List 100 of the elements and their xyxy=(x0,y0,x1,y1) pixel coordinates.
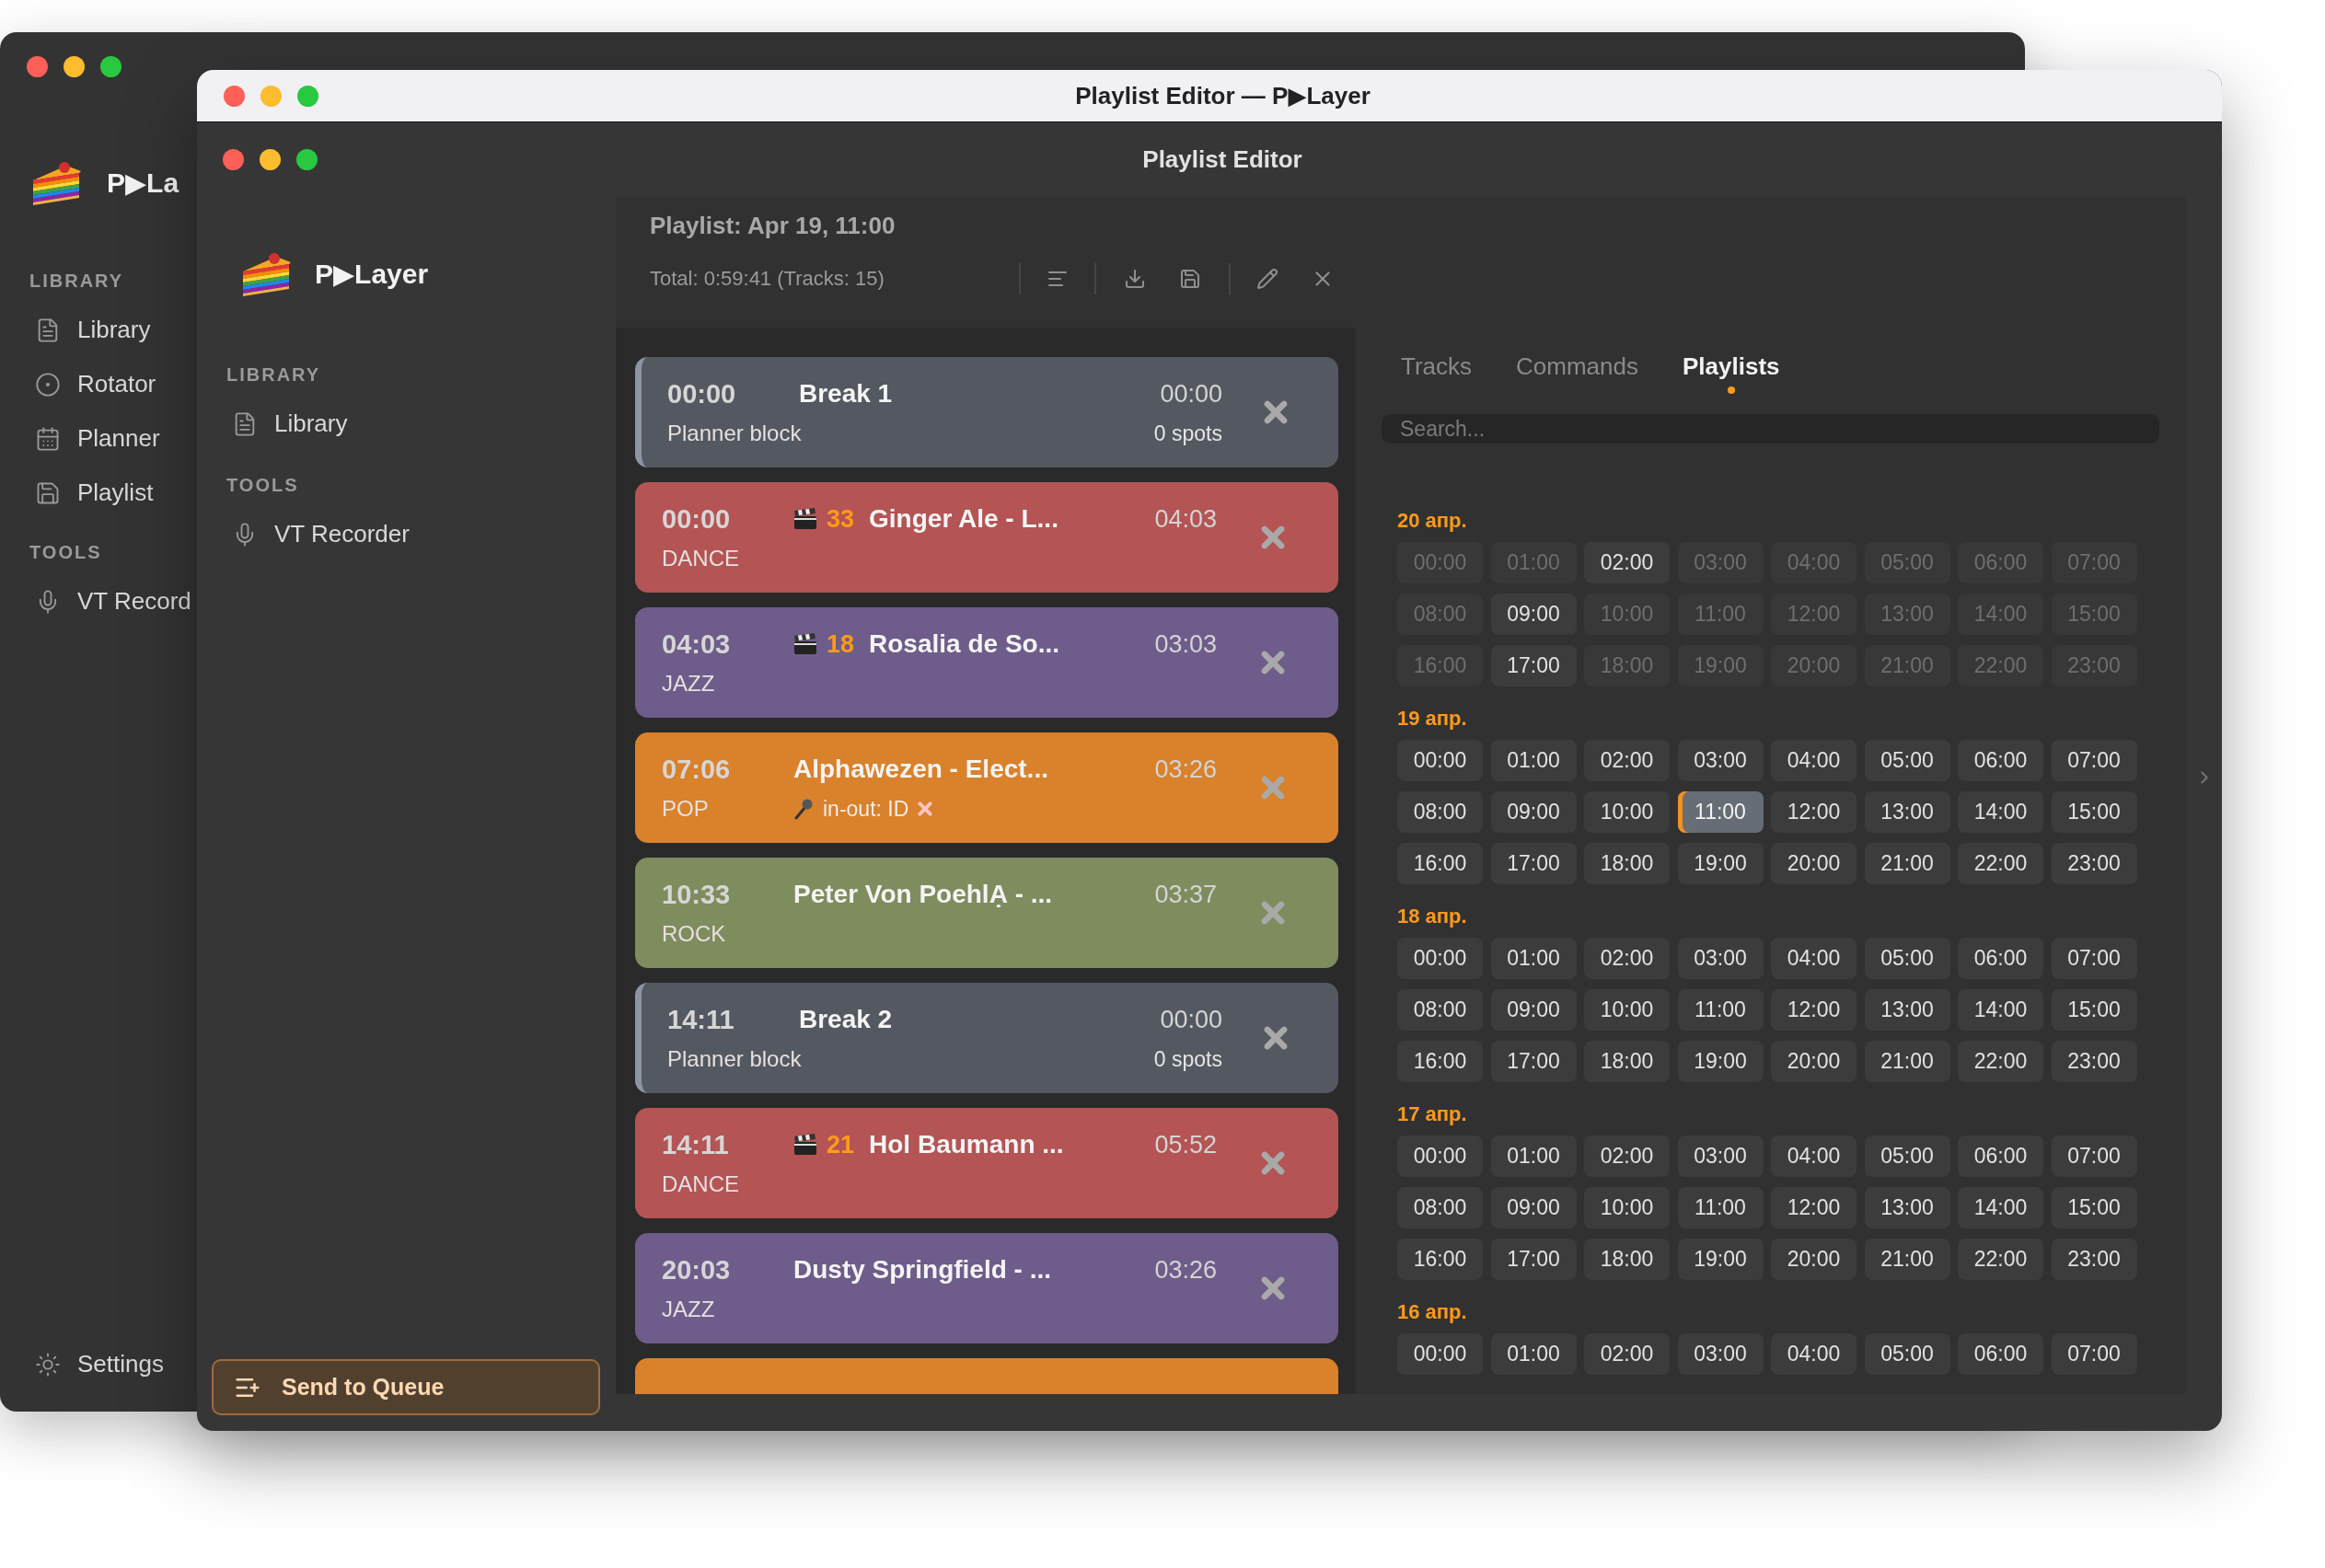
time-slot[interactable]: 10:00 xyxy=(1584,1187,1670,1228)
time-slot[interactable]: 03:00 xyxy=(1677,938,1764,979)
time-slot[interactable]: 21:00 xyxy=(1864,1239,1950,1280)
close-icon[interactable] xyxy=(1264,1026,1288,1050)
close-icon[interactable] xyxy=(1261,651,1285,674)
time-slot[interactable]: 22:00 xyxy=(1958,843,2043,884)
sidebar-item[interactable]: VT Recorder xyxy=(226,507,410,561)
time-slot[interactable]: 05:00 xyxy=(1864,938,1950,979)
time-slot[interactable]: 18:00 xyxy=(1584,1239,1670,1280)
time-slot[interactable]: 04:00 xyxy=(1771,1333,1857,1375)
sidebar-item[interactable]: Playlist xyxy=(29,466,154,520)
track-card[interactable]: 00:00 33 Ginger Ale - L... 04:03 DANCE xyxy=(635,482,1338,593)
minimize-window-button[interactable] xyxy=(64,56,85,77)
time-slot[interactable]: 12:00 xyxy=(1771,989,1857,1031)
time-slot[interactable]: 17:00 xyxy=(1490,843,1577,884)
time-slot[interactable]: 06:00 xyxy=(1958,938,2043,979)
time-slot[interactable]: 17:00 xyxy=(1490,645,1577,686)
time-slot[interactable]: 10:00 xyxy=(1584,989,1670,1031)
time-slot[interactable]: 00:00 xyxy=(1397,740,1483,781)
time-slot[interactable]: 02:00 xyxy=(1584,938,1670,979)
time-slot[interactable]: 17:00 xyxy=(1490,1239,1577,1280)
time-slot[interactable]: 02:00 xyxy=(1584,740,1670,781)
time-slot[interactable]: 09:00 xyxy=(1490,989,1577,1031)
sidebar-item[interactable]: Library xyxy=(29,303,151,357)
time-slot[interactable]: 02:00 xyxy=(1584,1333,1670,1375)
time-slot[interactable]: 06:00 xyxy=(1958,1333,2043,1375)
close-icon[interactable] xyxy=(1264,400,1288,424)
time-slot[interactable]: 14:00 xyxy=(1958,1187,2043,1228)
time-slot[interactable]: 04:00 xyxy=(1771,740,1857,781)
time-slot[interactable]: 01:00 xyxy=(1490,1136,1577,1177)
time-slot[interactable]: 14:00 xyxy=(1958,989,2043,1031)
close-icon[interactable] xyxy=(1261,525,1285,549)
time-slot[interactable]: 08:00 xyxy=(1397,1187,1483,1228)
zoom-window-button[interactable] xyxy=(100,56,121,77)
close-window-button[interactable] xyxy=(224,85,245,107)
send-to-queue-button[interactable]: Send to Queue xyxy=(212,1359,600,1415)
time-slot[interactable]: 02:00 xyxy=(1584,542,1670,583)
time-slot[interactable]: 05:00 xyxy=(1864,1136,1950,1177)
close-icon[interactable] xyxy=(1261,1276,1285,1300)
zoom-window-button[interactable] xyxy=(296,149,318,170)
time-slot[interactable]: 12:00 xyxy=(1771,791,1857,833)
time-slot[interactable]: 15:00 xyxy=(2051,1187,2137,1228)
time-slot[interactable]: 19:00 xyxy=(1677,843,1764,884)
tab[interactable]: Playlists xyxy=(1683,352,1780,396)
time-slot[interactable]: 03:00 xyxy=(1677,1333,1764,1375)
time-slot[interactable]: 09:00 xyxy=(1490,791,1577,833)
time-slot[interactable]: 11:00 xyxy=(1677,989,1764,1031)
sidebar-item[interactable]: VT Record xyxy=(29,574,191,628)
time-slot[interactable]: 11:00 xyxy=(1677,791,1764,833)
time-slot[interactable]: 19:00 xyxy=(1677,1239,1764,1280)
time-slot[interactable]: 13:00 xyxy=(1864,989,1950,1031)
minimize-window-button[interactable] xyxy=(260,149,281,170)
time-slot[interactable]: 09:00 xyxy=(1490,594,1577,635)
time-slot[interactable]: 08:00 xyxy=(1397,989,1483,1031)
settings-item[interactable]: Settings xyxy=(29,1337,164,1391)
time-slot[interactable]: 00:00 xyxy=(1397,1136,1483,1177)
search-field[interactable]: Search... xyxy=(1382,414,2159,444)
time-slot[interactable]: 14:00 xyxy=(1958,791,2043,833)
close-window-button[interactable] xyxy=(27,56,48,77)
time-slot[interactable]: 01:00 xyxy=(1490,1333,1577,1375)
tab[interactable]: Commands xyxy=(1516,352,1638,396)
time-slot[interactable]: 20:00 xyxy=(1771,1041,1857,1082)
break-card[interactable]: 00:00 Break 1 00:00 Planner block 0 spots xyxy=(635,357,1338,467)
time-slot[interactable]: 03:00 xyxy=(1677,740,1764,781)
time-slot[interactable]: 01:00 xyxy=(1490,938,1577,979)
sidebar-item[interactable]: Rotator xyxy=(29,357,156,411)
time-slot[interactable]: 13:00 xyxy=(1864,791,1950,833)
time-slot[interactable]: 11:00 xyxy=(1677,1187,1764,1228)
time-slot[interactable]: 19:00 xyxy=(1677,1041,1764,1082)
time-slot[interactable]: 23:00 xyxy=(2051,843,2137,884)
time-slot[interactable]: 00:00 xyxy=(1397,1333,1483,1375)
time-slot[interactable]: 16:00 xyxy=(1397,1041,1483,1082)
time-slot[interactable]: 10:00 xyxy=(1584,791,1670,833)
time-slot[interactable]: 04:00 xyxy=(1771,938,1857,979)
time-slot[interactable]: 07:00 xyxy=(2051,740,2137,781)
close-icon[interactable] xyxy=(1261,1151,1285,1175)
time-slot[interactable]: 04:00 xyxy=(1771,1136,1857,1177)
time-slot[interactable]: 21:00 xyxy=(1864,1041,1950,1082)
time-slot[interactable]: 08:00 xyxy=(1397,791,1483,833)
time-slot[interactable]: 06:00 xyxy=(1958,1136,2043,1177)
time-slot[interactable]: 21:00 xyxy=(1864,843,1950,884)
track-card[interactable]: 14:11 21 Hol Baumann ... 05:52 DANCE xyxy=(635,1108,1338,1218)
sidebar-item[interactable]: Library xyxy=(226,397,348,451)
time-slot[interactable]: 00:00 xyxy=(1397,938,1483,979)
time-slot[interactable]: 05:00 xyxy=(1864,740,1950,781)
time-slot[interactable]: 05:00 xyxy=(1864,1333,1950,1375)
time-slot[interactable]: 12:00 xyxy=(1771,1187,1857,1228)
sidebar-item[interactable]: Planner xyxy=(29,411,160,466)
tab[interactable]: Tracks xyxy=(1401,352,1473,396)
close-window-button[interactable] xyxy=(223,149,244,170)
time-slot[interactable]: 22:00 xyxy=(1958,1041,2043,1082)
time-slot[interactable]: 06:00 xyxy=(1958,740,2043,781)
time-slot[interactable]: 23:00 xyxy=(2051,1239,2137,1280)
time-slot[interactable]: 07:00 xyxy=(2051,938,2137,979)
time-slot[interactable]: 18:00 xyxy=(1584,843,1670,884)
time-slot[interactable]: 15:00 xyxy=(2051,791,2137,833)
time-slot[interactable]: 22:00 xyxy=(1958,1239,2043,1280)
break-card[interactable]: 14:11 Break 2 00:00 Planner block 0 spots xyxy=(635,983,1338,1093)
time-slot[interactable]: 09:00 xyxy=(1490,1187,1577,1228)
track-card[interactable]: 20:03 Dusty Springfield - ... 03:26 JAZZ xyxy=(635,1233,1338,1343)
